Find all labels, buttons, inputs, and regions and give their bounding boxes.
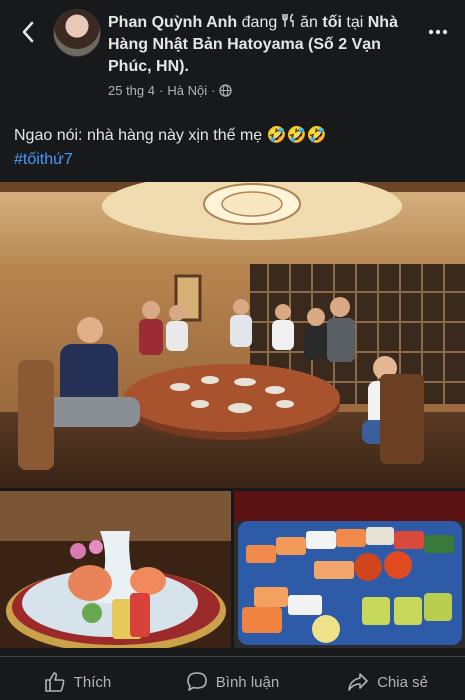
back-button[interactable] xyxy=(14,18,42,46)
comment-label: Bình luận xyxy=(215,673,280,691)
activity-prefix: đang xyxy=(241,14,278,31)
post-actions-bar: Thích Bình luận Chia sẻ xyxy=(0,664,465,700)
comment-icon xyxy=(186,672,207,691)
meta-separator-2: · xyxy=(211,83,216,98)
activity-word: ăn xyxy=(300,14,318,31)
share-button[interactable]: Chia sẻ xyxy=(310,664,465,700)
post-photo-sushi[interactable] xyxy=(234,491,465,648)
like-button[interactable]: Thích xyxy=(0,664,155,700)
more-icon xyxy=(428,29,448,35)
post-photo-main[interactable] xyxy=(0,182,465,488)
fork-knife-icon xyxy=(281,13,300,31)
share-label: Chia sẻ xyxy=(377,673,428,691)
chevron-left-icon xyxy=(22,21,34,43)
author-name[interactable]: Phan Quỳnh Anh xyxy=(108,14,237,31)
globe-icon xyxy=(219,83,233,98)
post-author-line: Phan Quỳnh Anh đang ăn tối tại Nhà Hàng … xyxy=(108,12,408,78)
activity-bold: tối xyxy=(322,14,342,31)
post-date[interactable]: 25 thg 4 xyxy=(108,83,155,98)
activity-suffix: tại xyxy=(346,14,364,31)
post-photo-sashimi[interactable] xyxy=(0,491,231,648)
avatar[interactable] xyxy=(53,9,101,57)
more-options-button[interactable] xyxy=(424,22,452,42)
meta-separator: · xyxy=(159,83,164,98)
comment-button[interactable]: Bình luận xyxy=(155,664,310,700)
hashtag-link[interactable]: #tốithứ7 xyxy=(14,148,73,172)
post-meta: 25 thg 4 · Hà Nội · xyxy=(108,83,233,98)
actions-divider xyxy=(0,656,465,657)
like-label: Thích xyxy=(73,673,112,691)
post-header: Phan Quỳnh Anh đang ăn tối tại Nhà Hàng … xyxy=(0,0,465,110)
post-location: Hà Nội xyxy=(167,83,208,98)
thumbs-up-icon xyxy=(44,672,65,692)
share-icon xyxy=(348,673,368,691)
post-caption: Ngao nói: nhà hàng này xịn thế mẹ 🤣🤣🤣 xyxy=(14,127,327,144)
